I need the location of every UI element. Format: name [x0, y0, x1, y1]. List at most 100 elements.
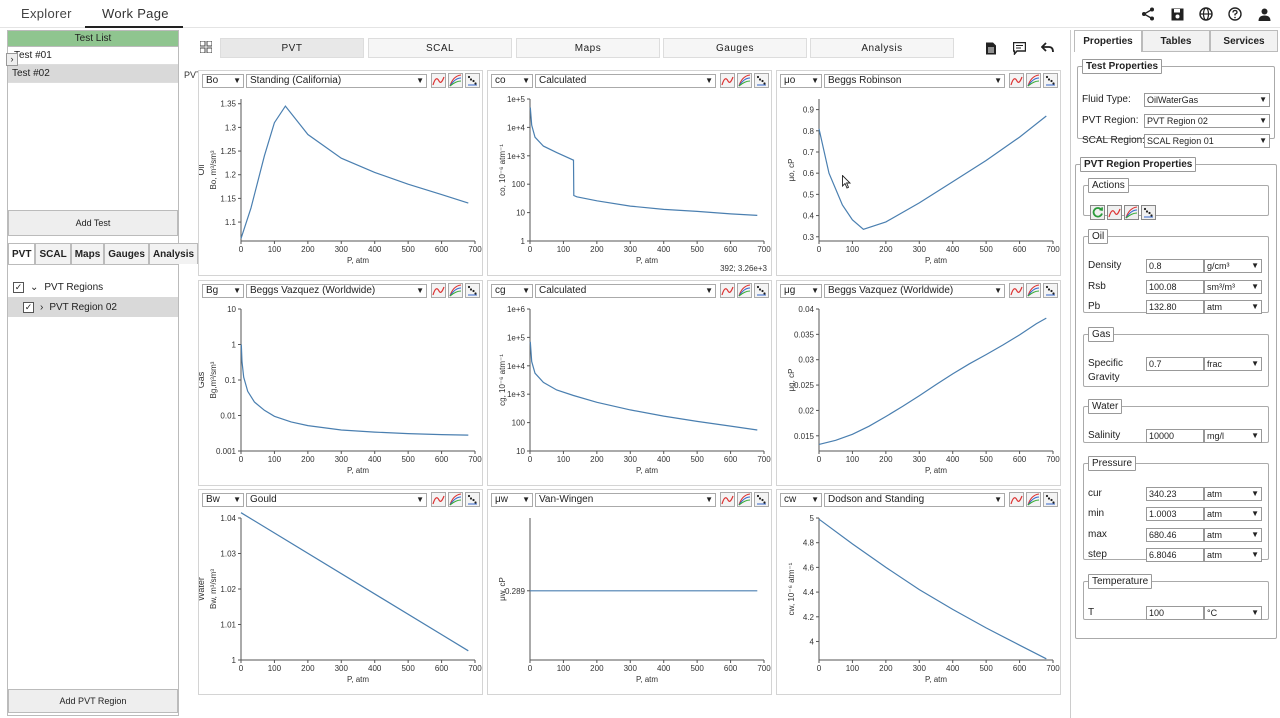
multi-curve-icon[interactable] [448, 73, 463, 88]
curve-icon[interactable] [720, 492, 735, 507]
save-icon[interactable] [1167, 6, 1187, 22]
multi-curve-icon[interactable] [737, 492, 752, 507]
property-select[interactable]: co ▼ [491, 74, 533, 88]
tab-work-page[interactable]: Work Page [102, 6, 169, 21]
correlation-select[interactable]: Dodson and Standing ▼ [824, 493, 1005, 507]
test-item-02[interactable]: Test #02 [8, 65, 178, 83]
tree-child-row[interactable]: ✓ › PVT Region 02 [8, 297, 178, 317]
property-select[interactable]: μg ▼ [780, 284, 822, 298]
pressure-step-unit-select[interactable]: atm ▼ [1204, 548, 1262, 562]
center-tab-pvt[interactable]: PVT [220, 38, 364, 58]
salinity-unit-select[interactable]: mg/l ▼ [1204, 429, 1262, 443]
property-select[interactable]: Bw ▼ [202, 493, 244, 507]
multi-curve-icon[interactable] [448, 283, 463, 298]
left-tab-scal[interactable]: SCAL [35, 243, 71, 264]
multi-curve-icon[interactable] [737, 73, 752, 88]
curve-icon[interactable] [431, 283, 446, 298]
pressure-max-input[interactable]: 680.46 [1146, 528, 1204, 542]
center-tab-gauges[interactable]: Gauges [663, 38, 807, 58]
checkbox-checked-icon[interactable]: ✓ [23, 301, 34, 313]
test-item-01[interactable]: Test #01 [8, 47, 178, 65]
property-select[interactable]: μw ▼ [491, 493, 533, 507]
specific-gravity-unit-select[interactable]: frac ▼ [1204, 357, 1262, 371]
pressure-max-unit-select[interactable]: atm ▼ [1204, 528, 1262, 542]
right-tab-properties[interactable]: Properties [1074, 30, 1142, 52]
curve-icon[interactable] [1107, 205, 1122, 220]
pb-unit-select[interactable]: atm ▼ [1204, 300, 1262, 314]
scatter-icon[interactable] [1141, 205, 1156, 220]
scatter-icon[interactable] [1043, 73, 1058, 88]
correlation-select[interactable]: Calculated ▼ [535, 284, 716, 298]
scatter-icon[interactable] [754, 283, 769, 298]
scatter-icon[interactable] [754, 73, 769, 88]
salinity-input[interactable]: 10000 [1146, 429, 1204, 443]
property-select[interactable]: cg ▼ [491, 284, 533, 298]
pvt-region-select[interactable]: PVT Region 02 ▼ [1144, 114, 1270, 128]
pressure-cur-unit-select[interactable]: atm ▼ [1204, 487, 1262, 501]
tab-explorer[interactable]: Explorer [21, 6, 72, 21]
scatter-icon[interactable] [465, 283, 480, 298]
document-icon[interactable] [983, 40, 999, 56]
left-tab-gauges[interactable]: Gauges [104, 243, 149, 264]
multi-curve-icon[interactable] [1026, 492, 1041, 507]
share-icon[interactable] [1138, 6, 1158, 22]
grid-icon[interactable] [200, 41, 212, 53]
pressure-step-input[interactable]: 6.8046 [1146, 548, 1204, 562]
pressure-min-unit-select[interactable]: atm ▼ [1204, 507, 1262, 521]
multi-curve-icon[interactable] [1026, 73, 1041, 88]
checkbox-checked-icon[interactable]: ✓ [13, 281, 24, 293]
correlation-select[interactable]: Beggs Robinson ▼ [824, 74, 1005, 88]
center-tab-analysis[interactable]: Analysis [810, 38, 954, 58]
add-test-button[interactable]: Add Test [8, 210, 178, 236]
correlation-select[interactable]: Beggs Vazquez (Worldwide) ▼ [824, 284, 1005, 298]
scatter-icon[interactable] [1043, 283, 1058, 298]
temperature-input[interactable]: 100 [1146, 606, 1204, 620]
rsb-input[interactable]: 100.08 [1146, 280, 1204, 294]
multi-curve-icon[interactable] [1026, 283, 1041, 298]
expand-panel-icon[interactable]: › [6, 53, 18, 66]
scatter-icon[interactable] [465, 73, 480, 88]
correlation-select[interactable]: Beggs Vazquez (Worldwide) ▼ [246, 284, 427, 298]
temperature-unit-select[interactable]: °C ▼ [1204, 606, 1262, 620]
multi-curve-icon[interactable] [1124, 205, 1139, 220]
center-tab-scal[interactable]: SCAL [368, 38, 512, 58]
pb-input[interactable]: 132.80 [1146, 300, 1204, 314]
curve-icon[interactable] [1009, 73, 1024, 88]
specific-gravity-input[interactable]: 0.7 [1146, 357, 1204, 371]
curve-icon[interactable] [720, 73, 735, 88]
fluid-type-select[interactable]: OilWaterGas ▼ [1144, 93, 1270, 107]
curve-icon[interactable] [1009, 492, 1024, 507]
curve-icon[interactable] [1009, 283, 1024, 298]
property-select[interactable]: cw ▼ [780, 493, 822, 507]
correlation-select[interactable]: Calculated ▼ [535, 74, 716, 88]
curve-icon[interactable] [431, 492, 446, 507]
multi-curve-icon[interactable] [737, 283, 752, 298]
rsb-unit-select[interactable]: sm³/m³ ▼ [1204, 280, 1262, 294]
scal-region-select[interactable]: SCAL Region 01 ▼ [1144, 134, 1270, 148]
correlation-select[interactable]: Van-Wingen ▼ [535, 493, 716, 507]
pressure-min-input[interactable]: 1.0003 [1146, 507, 1204, 521]
multi-curve-icon[interactable] [448, 492, 463, 507]
correlation-select[interactable]: Gould ▼ [246, 493, 427, 507]
property-select[interactable]: Bg ▼ [202, 284, 244, 298]
right-tab-services[interactable]: Services [1210, 30, 1278, 52]
chevron-down-icon[interactable]: ⌄ [30, 282, 38, 293]
correlation-select[interactable]: Standing (California) ▼ [246, 74, 427, 88]
help-icon[interactable] [1225, 6, 1245, 22]
curve-icon[interactable] [431, 73, 446, 88]
left-tab-pvt[interactable]: PVT [8, 243, 36, 264]
undo-icon[interactable] [1039, 40, 1055, 56]
chevron-right-icon[interactable]: › [40, 302, 43, 313]
density-input[interactable]: 0.8 [1146, 259, 1204, 273]
density-unit-select[interactable]: g/cm³ ▼ [1204, 259, 1262, 273]
tree-root-row[interactable]: ✓ ⌄ PVT Regions [8, 277, 178, 297]
scatter-icon[interactable] [465, 492, 480, 507]
add-pvt-region-button[interactable]: Add PVT Region [8, 689, 178, 713]
globe-icon[interactable] [1196, 6, 1216, 22]
pressure-cur-input[interactable]: 340.23 [1146, 487, 1204, 501]
left-tab-maps[interactable]: Maps [70, 243, 105, 264]
comment-icon[interactable] [1011, 40, 1027, 56]
refresh-icon[interactable] [1090, 205, 1105, 220]
property-select[interactable]: Bo ▼ [202, 74, 244, 88]
right-tab-tables[interactable]: Tables [1142, 30, 1210, 52]
